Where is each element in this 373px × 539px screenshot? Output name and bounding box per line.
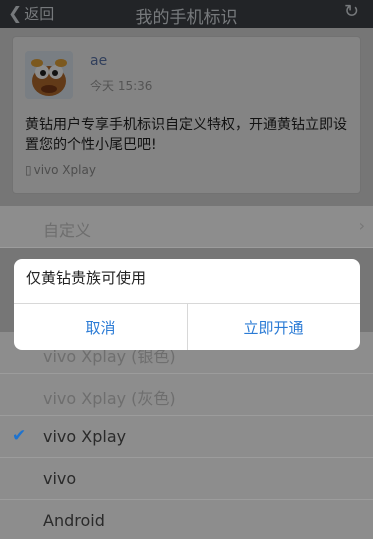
open-now-button[interactable]: 立即开通 (187, 304, 360, 350)
option-custom[interactable]: 自定义 › (0, 206, 373, 248)
option-label: 自定义 (43, 221, 92, 240)
option-vivo[interactable]: vivo (0, 458, 373, 500)
chevron-right-icon: › (358, 216, 365, 235)
option-label: vivo Xplay (灰色) (43, 389, 176, 408)
cancel-button[interactable]: 取消 (14, 304, 187, 350)
option-label: Android (43, 511, 105, 530)
option-label: vivo Xplay (43, 427, 127, 446)
option-vivo-xplay[interactable]: ✔ vivo Xplay (0, 416, 373, 458)
alert-dialog: 仅黄钻贵族可使用 取消 立即开通 (14, 259, 360, 350)
option-android[interactable]: Android (0, 500, 373, 539)
check-icon: ✔ (12, 426, 27, 446)
dialog-title: 仅黄钻贵族可使用 (26, 269, 147, 287)
option-vivo-xplay-gray[interactable]: vivo Xplay (灰色) (0, 374, 373, 416)
option-label: vivo (43, 469, 77, 488)
